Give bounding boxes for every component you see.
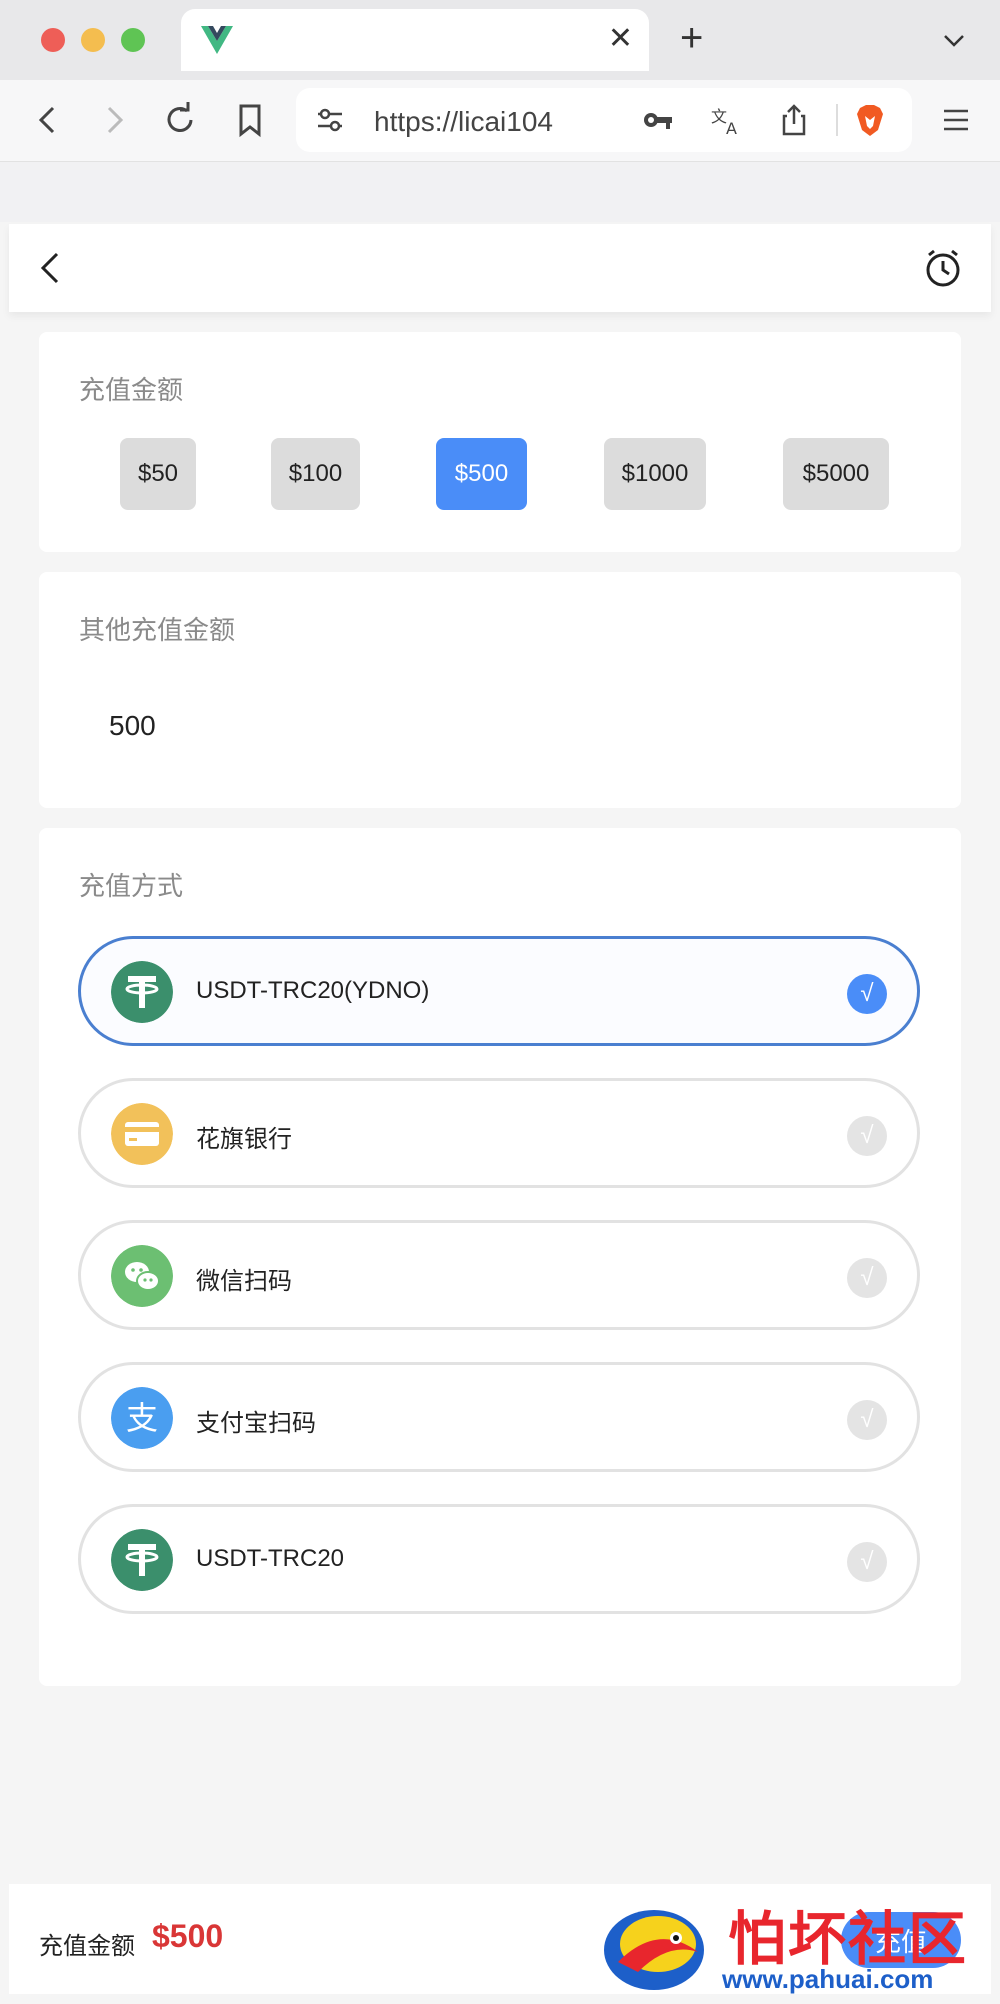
- payment-method-title: 充值方式: [79, 871, 184, 901]
- payment-method-label: 花旗银行: [196, 1126, 292, 1153]
- translate-icon[interactable]: 文 A: [708, 102, 744, 138]
- page-background-strip: [0, 162, 1000, 222]
- alipay-icon: 支: [111, 1387, 173, 1449]
- other-amount-input[interactable]: 500: [109, 710, 156, 742]
- payment-method-label: USDT-TRC20: [196, 1545, 345, 1572]
- tether-icon: [111, 1529, 173, 1591]
- watermark-url: www.pahuai.com: [722, 1964, 934, 1994]
- payment-method-usdt-trc20-ydno[interactable]: USDT-TRC20(YDNO) √: [78, 936, 920, 1046]
- tether-icon: [111, 961, 173, 1023]
- amount-card: 充值金额 $50 $100 $500 $1000 $5000: [39, 332, 961, 552]
- share-icon[interactable]: [776, 102, 812, 138]
- check-icon: √: [847, 1542, 887, 1582]
- payment-method-wechat[interactable]: 微信扫码 √: [78, 1220, 920, 1330]
- back-icon[interactable]: [31, 248, 71, 288]
- menu-icon[interactable]: [934, 98, 978, 142]
- toolbar-divider: [836, 104, 838, 136]
- amount-option-1000[interactable]: $1000: [604, 438, 706, 510]
- app-header: [9, 224, 991, 312]
- payment-method-label: USDT-TRC20(YDNO): [196, 977, 430, 1004]
- forward-arrow-icon[interactable]: [92, 98, 136, 142]
- amount-option-100[interactable]: $100: [271, 438, 360, 510]
- brave-shield-icon[interactable]: [852, 102, 888, 138]
- close-window-button[interactable]: [41, 28, 65, 52]
- svg-text:支: 支: [126, 1399, 158, 1437]
- bank-card-icon: [111, 1103, 173, 1165]
- history-timer-icon[interactable]: [921, 246, 965, 290]
- check-icon: √: [847, 1116, 887, 1156]
- amount-section-title: 充值金额: [79, 375, 184, 405]
- watermark-logo-icon: [604, 1910, 704, 1990]
- payment-method-alipay[interactable]: 支 支付宝扫码 √: [78, 1362, 920, 1472]
- amount-option-5000[interactable]: $5000: [783, 438, 889, 510]
- vue-logo-icon: [201, 26, 233, 54]
- payment-method-label: 支付宝扫码: [196, 1410, 316, 1437]
- browser-tab[interactable]: ✕: [181, 9, 649, 71]
- url-text[interactable]: https://licai104: [374, 106, 553, 138]
- address-bar[interactable]: https://licai104 文 A: [296, 88, 912, 152]
- check-icon: √: [847, 974, 887, 1014]
- payment-method-card: 充值方式 USDT-TRC20(YDNO) √ 花旗银行 √ 微信扫码 √ 支 …: [39, 828, 961, 1686]
- browser-tab-bar: ✕ +: [0, 0, 1000, 80]
- amount-option-50[interactable]: $50: [120, 438, 196, 510]
- bookmark-icon[interactable]: [228, 98, 272, 142]
- browser-toolbar: https://licai104 文 A: [0, 80, 1000, 162]
- payment-method-usdt-trc20[interactable]: USDT-TRC20 √: [78, 1504, 920, 1614]
- footer-amount-value: $500: [152, 1918, 224, 1954]
- other-amount-title: 其他充值金额: [79, 615, 236, 645]
- new-tab-icon[interactable]: +: [680, 18, 703, 58]
- site-settings-icon[interactable]: [312, 102, 348, 138]
- amount-options: $50 $100 $500 $1000 $5000: [39, 438, 961, 512]
- svg-text:A: A: [726, 119, 737, 138]
- key-icon[interactable]: [640, 102, 676, 138]
- payment-method-citibank[interactable]: 花旗银行 √: [78, 1078, 920, 1188]
- svg-text:文: 文: [711, 107, 727, 126]
- reload-icon[interactable]: [158, 98, 202, 142]
- payment-method-label: 微信扫码: [196, 1268, 292, 1295]
- chevron-down-icon[interactable]: [940, 26, 968, 54]
- other-amount-card: 其他充值金额 500: [39, 572, 961, 808]
- check-icon: √: [847, 1400, 887, 1440]
- back-arrow-icon[interactable]: [26, 98, 70, 142]
- amount-option-500[interactable]: $500: [436, 438, 527, 510]
- watermark: 怕坏社区 www.pahuai.com: [598, 1892, 990, 2000]
- close-tab-icon[interactable]: ✕: [608, 24, 633, 54]
- footer-amount-label: 充值金额: [39, 1933, 135, 1960]
- maximize-window-button[interactable]: [121, 28, 145, 52]
- minimize-window-button[interactable]: [81, 28, 105, 52]
- wechat-icon: [111, 1245, 173, 1307]
- check-icon: √: [847, 1258, 887, 1298]
